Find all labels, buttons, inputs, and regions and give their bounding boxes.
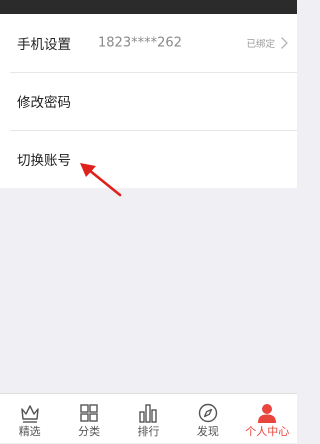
annotation-arrow-icon xyxy=(80,163,122,197)
bound-status-text: 已绑定 xyxy=(246,39,275,50)
switch-account-label: 切换账号 xyxy=(17,153,71,169)
tab-category[interactable]: 分类 xyxy=(59,394,118,444)
grid-icon xyxy=(80,404,98,422)
status-bar xyxy=(0,0,297,14)
phone-settings-row[interactable]: 手机设置 1823****262 已绑定 xyxy=(0,14,297,72)
settings-list: 手机设置 1823****262 已绑定 修改密码 切换账号 xyxy=(0,14,297,188)
tab-category-label: 分类 xyxy=(78,425,101,438)
bottom-tab-bar: 精选 分类 排行 发现 个人中心 xyxy=(0,393,297,443)
phone-number-value: 1823****262 xyxy=(98,35,182,51)
crown-icon xyxy=(20,405,39,423)
change-password-label: 修改密码 xyxy=(17,95,71,111)
tab-profile[interactable]: 个人中心 xyxy=(238,394,297,444)
user-icon xyxy=(258,404,277,423)
phone-settings-label: 手机设置 xyxy=(17,37,71,53)
tab-ranking-label: 排行 xyxy=(137,425,160,438)
switch-account-row[interactable]: 切换账号 xyxy=(0,130,297,188)
tab-discover-label: 发现 xyxy=(196,425,219,438)
tab-featured-label: 精选 xyxy=(18,425,41,438)
tab-ranking[interactable]: 排行 xyxy=(119,394,178,444)
compass-icon xyxy=(198,403,218,423)
tab-profile-label: 个人中心 xyxy=(245,425,290,438)
tab-discover[interactable]: 发现 xyxy=(178,394,237,444)
tab-featured[interactable]: 精选 xyxy=(0,394,59,444)
bar-chart-icon xyxy=(139,404,158,423)
change-password-row[interactable]: 修改密码 xyxy=(0,72,297,130)
chevron-right-icon xyxy=(281,37,288,49)
